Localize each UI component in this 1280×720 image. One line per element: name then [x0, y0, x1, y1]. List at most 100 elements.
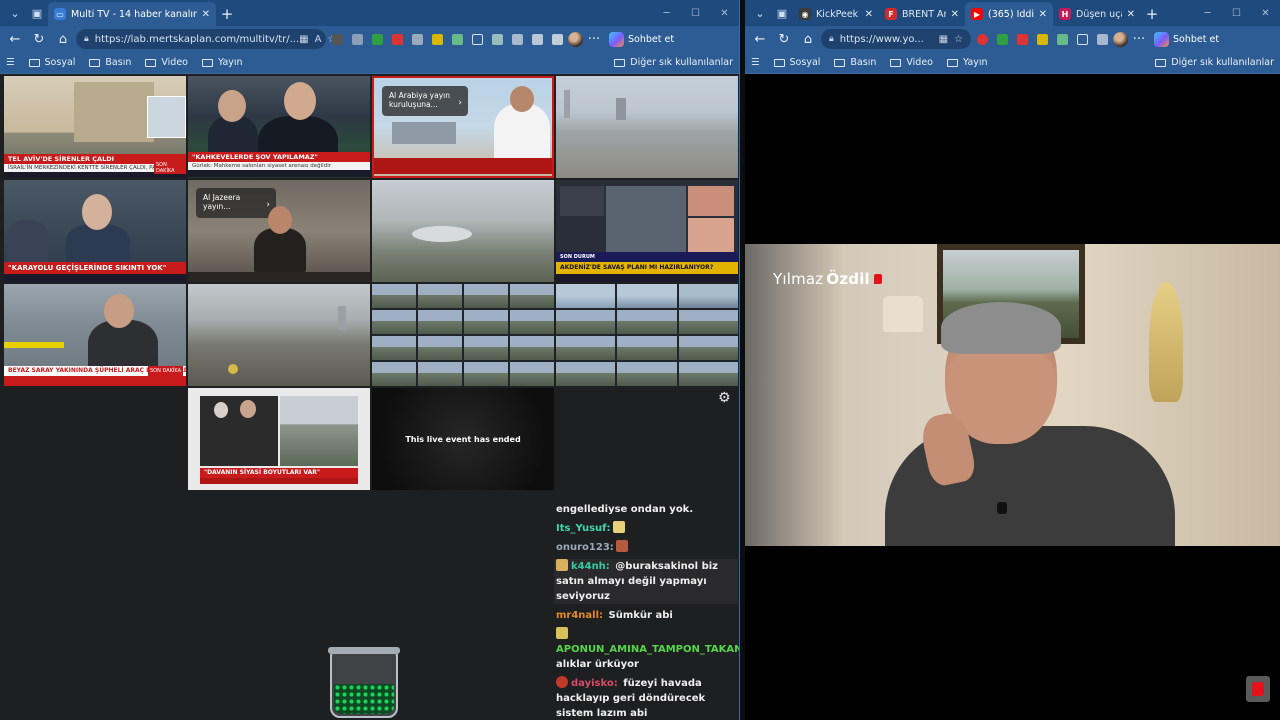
tv-tile-5[interactable]: "KARAYOLU GEÇİŞLERİNDE SIKINTI YOK" [4, 180, 186, 282]
more-menu-icon[interactable]: ··· [585, 28, 603, 50]
extension-icon[interactable] [1033, 30, 1051, 48]
refresh-icon[interactable]: ↻ [773, 28, 795, 50]
bookmark-folder-yayin[interactable]: Yayın [201, 57, 243, 68]
ended-live-player[interactable]: This live event has ended [372, 388, 554, 490]
profile-avatar[interactable] [568, 31, 583, 47]
bookmark-folder-video[interactable]: Video [890, 57, 933, 68]
tv-tile-2[interactable]: "KAHKEVELERDE ŞOV YAPILAMAZ" Gürlek: Mah… [188, 76, 370, 178]
tv-tile-7[interactable] [372, 180, 554, 282]
extension-icon[interactable] [428, 30, 446, 48]
close-tab-icon[interactable]: ✕ [1127, 9, 1135, 20]
address-bar[interactable]: 🔒︎ https://lab.mertskaplan.com/multitv/t… [76, 29, 336, 49]
tv-tile-9[interactable]: BEYAZ SARAY YAKININDA ŞÜPHELİ ARAÇ DURDU… [4, 284, 186, 386]
settings-gear-icon[interactable]: ⚙ [718, 390, 731, 406]
extension-icon[interactable] [408, 30, 426, 48]
chat-username[interactable]: Its_Yusuf: [556, 523, 611, 534]
favorites-icon[interactable] [1093, 30, 1111, 48]
close-tab-icon[interactable]: ✕ [1039, 9, 1047, 20]
bookmarks-menu-icon[interactable]: ☰ [6, 57, 15, 68]
favorites-icon[interactable] [508, 30, 526, 48]
new-tab-button[interactable]: + [216, 3, 238, 25]
video-player[interactable]: Yılmaz Özdil [745, 244, 1280, 546]
close-tab-icon[interactable]: ✕ [865, 9, 873, 20]
reader-icon[interactable]: ▦ [939, 34, 948, 45]
extension-icon[interactable] [1053, 30, 1071, 48]
extension-icon[interactable] [368, 30, 386, 48]
channel-card[interactable]: Al Arabiya yayın kuruluşuna... › [382, 86, 468, 116]
tv-tile-12[interactable] [556, 284, 738, 386]
extension-icon[interactable] [328, 30, 346, 48]
bookmark-label: Basın [850, 57, 877, 68]
back-icon[interactable]: ← [749, 28, 771, 50]
refresh-icon[interactable]: ↻ [28, 28, 50, 50]
tab-youtube[interactable]: ▶ (365) İddia Ed ✕ [965, 2, 1053, 26]
bookmark-folder-video[interactable]: Video [145, 57, 188, 68]
other-favorites[interactable]: Diğer sık kullanılanlar [614, 57, 733, 68]
tv-tile-11[interactable] [372, 284, 554, 386]
tab-brent[interactable]: F BRENT Anlık F ✕ [879, 2, 965, 26]
extension-icon[interactable] [1013, 30, 1031, 48]
profile-avatar[interactable] [1113, 31, 1128, 47]
close-tab-icon[interactable]: ✕ [951, 9, 959, 20]
close-tab-icon[interactable]: ✕ [202, 9, 210, 20]
home-icon[interactable]: ⌂ [797, 28, 819, 50]
tv-tile-8[interactable]: SON DURUM AKDENİZ'DE SAVAŞ PLANI MI HAZI… [556, 180, 738, 282]
minimize-icon[interactable]: ─ [652, 0, 681, 26]
chat-username[interactable]: APONUN_AMINA_TAMPON_TAKAN [556, 644, 739, 655]
chat-username[interactable]: mr4nall: [556, 610, 603, 621]
camera-feed [678, 284, 738, 308]
tv-tile-10[interactable] [188, 284, 370, 386]
bookmark-folder-basin[interactable]: Basın [834, 57, 876, 68]
heart-icon[interactable] [528, 30, 546, 48]
youtube-favicon: ▶ [971, 8, 983, 20]
other-favorites[interactable]: Diğer sık kullanılanlar [1155, 57, 1274, 68]
tv-tile-13[interactable]: "DAVANIN SİYASİ BOYUTLARI VAR" [188, 388, 370, 490]
extension-icon[interactable] [993, 30, 1011, 48]
tv-tile-6[interactable]: Al Jazeera yayın... › [188, 180, 370, 282]
copilot-button[interactable]: Sohbet et [609, 31, 674, 47]
chat-username[interactable]: k44nh: [571, 561, 610, 572]
close-window-icon[interactable]: ✕ [1251, 0, 1280, 26]
address-bar[interactable]: 🔒︎ https://www.yo... ▦ ☆ [821, 29, 971, 49]
home-icon[interactable]: ⌂ [52, 28, 74, 50]
extension-icon[interactable] [348, 30, 366, 48]
read-aloud-icon[interactable]: A [315, 34, 322, 45]
tv-tile-1[interactable]: TEL AVİV'DE SİRENLER ÇALDI İSRAİL'İN MER… [4, 76, 186, 178]
tv-tile-4[interactable] [556, 76, 738, 178]
workspaces-icon[interactable]: ▣ [26, 2, 48, 24]
bookmark-folder-sosyal[interactable]: Sosyal [28, 57, 75, 68]
extension-icon[interactable] [973, 30, 991, 48]
minimize-icon[interactable]: ─ [1193, 0, 1222, 26]
bookmark-folder-basin[interactable]: Basın [89, 57, 131, 68]
channel-logo-icon[interactable] [1246, 676, 1270, 702]
chat-username[interactable]: onuro123: [556, 542, 614, 553]
bookmark-folder-sosyal[interactable]: Sosyal [773, 57, 820, 68]
video-panel [200, 396, 278, 466]
close-window-icon[interactable]: ✕ [710, 0, 739, 26]
tab-actions-icon[interactable]: ⌄ [4, 2, 26, 24]
back-icon[interactable]: ← [4, 28, 26, 50]
split-screen-icon[interactable] [468, 30, 486, 48]
split-screen-icon[interactable] [1073, 30, 1091, 48]
maximize-icon[interactable]: ☐ [1222, 0, 1251, 26]
more-menu-icon[interactable]: ··· [1130, 28, 1148, 50]
reader-icon[interactable]: ▦ [299, 34, 308, 45]
tab-dusen-ucak[interactable]: H Düşen uçakta ✕ [1053, 2, 1141, 26]
chat-username[interactable]: dayisko: [571, 678, 618, 689]
extension-icon[interactable] [448, 30, 466, 48]
new-tab-button[interactable]: + [1141, 3, 1163, 25]
copilot-button[interactable]: Sohbet et [1154, 31, 1219, 47]
collections-icon[interactable] [548, 30, 566, 48]
extensions-puzzle-icon[interactable] [488, 30, 506, 48]
workspaces-icon[interactable]: ▣ [771, 2, 793, 24]
tab-actions-icon[interactable]: ⌄ [749, 2, 771, 24]
extension-icon[interactable] [388, 30, 406, 48]
maximize-icon[interactable]: ☐ [681, 0, 710, 26]
bookmark-folder-yayin[interactable]: Yayın [946, 57, 988, 68]
channel-card[interactable]: Al Jazeera yayın... › [196, 188, 276, 218]
favorite-star-icon[interactable]: ☆ [954, 34, 963, 45]
bookmarks-menu-icon[interactable]: ☰ [751, 57, 760, 68]
tv-tile-3[interactable]: Al Arabiya yayın kuruluşuna... › [372, 76, 554, 178]
tab-kickpeek[interactable]: ◉ KickPeek - Re ✕ [793, 2, 879, 26]
tab-multi-tv[interactable]: ▭ Multi TV - 14 haber kanalını aynı a ✕ [48, 2, 216, 26]
